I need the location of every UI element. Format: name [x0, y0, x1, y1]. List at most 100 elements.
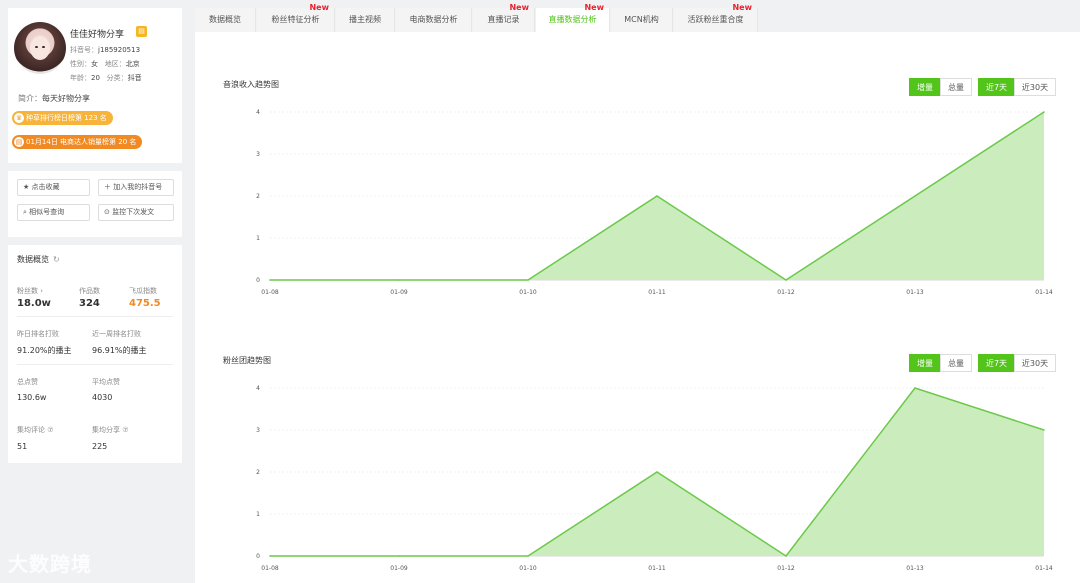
rank-badge-grass[interactable]: ♛ 种草排行榜日榜第 123 名 — [12, 111, 113, 125]
x-tick-label: 01-09 — [390, 289, 408, 296]
yesterday-rank-value: 91.20%的播主 — [17, 346, 72, 355]
tab-live-records[interactable]: 直播记录 New — [473, 3, 535, 32]
rank-badge-ecommerce[interactable]: ▤ 01月14日 电商达人销量榜第 20 名 — [12, 135, 143, 149]
avatar[interactable] — [14, 22, 66, 74]
new-badge: New — [309, 3, 329, 12]
works-value: 324 — [79, 298, 100, 309]
rank-badge-text: 种草排行榜日榜第 123 名 — [26, 114, 107, 122]
overview-title: 数据概览 ↻ — [17, 254, 60, 265]
gender-region-row: 性别：女 地区：北京 — [70, 59, 140, 69]
y-tick-label: 4 — [256, 109, 260, 116]
tab-label: 活跃粉丝重合度 — [687, 15, 744, 24]
bio-row: 简介：每天好物分享 — [18, 93, 90, 104]
data-point — [656, 195, 658, 197]
data-point — [269, 555, 271, 557]
new-badge: New — [732, 3, 752, 12]
gender-value: 女 — [91, 60, 98, 68]
increment-toggle[interactable]: 增量 — [909, 354, 941, 372]
chart-title: 粉丝团趋势图 — [223, 356, 271, 365]
works-label: 作品数 — [79, 287, 100, 295]
overview-card: 数据概览 ↻ 粉丝数 › 18.0w 作品数 324 飞瓜指数 475.5 昨日排… — [8, 245, 182, 463]
fans-label[interactable]: 粉丝数 › — [17, 286, 43, 296]
gender-label: 性别： — [70, 60, 91, 68]
data-point — [527, 279, 529, 281]
tab-videos[interactable]: 播主视频 — [336, 8, 395, 32]
total-toggle[interactable]: 总量 — [940, 354, 972, 372]
x-tick-label: 01-12 — [777, 289, 795, 296]
watermark-logo: 大数跨境 — [8, 552, 92, 576]
tab-ecommerce[interactable]: 电商数据分析 — [396, 8, 472, 32]
tab-live-analysis[interactable]: 直播数据分析 New — [536, 3, 610, 32]
x-tick-label: 01-10 — [519, 289, 537, 296]
divider — [17, 316, 173, 317]
new-badge: New — [584, 3, 604, 12]
tab-label: MCN机构 — [624, 15, 659, 24]
week-rank-label: 近一周排名打败 — [92, 330, 141, 338]
monitor-button[interactable]: ⊙ 监控下次发文 — [98, 204, 174, 221]
total-likes-label: 总点赞 — [17, 378, 38, 386]
y-tick-label: 0 — [256, 553, 260, 560]
data-point — [1043, 429, 1045, 431]
calendar-icon: ▤ — [14, 137, 24, 147]
x-tick-label: 01-14 — [1035, 565, 1053, 572]
tab-label: 播主视频 — [349, 15, 381, 24]
x-tick-label: 01-13 — [906, 565, 924, 572]
tab-overview[interactable]: 数据概览 — [195, 8, 256, 32]
total-toggle[interactable]: 总量 — [940, 78, 972, 96]
increment-toggle[interactable]: 增量 — [909, 78, 941, 96]
data-point — [785, 279, 787, 281]
nickname: 佳佳好物分享 — [70, 30, 125, 40]
total-likes-value: 130.6w — [17, 393, 47, 402]
rank-badge-text: 01月14日 电商达人销量榜第 20 名 — [26, 138, 137, 146]
last30-toggle[interactable]: 近30天 — [1014, 354, 1056, 372]
refresh-icon[interactable]: ↻ — [53, 255, 60, 264]
avg-comments-label: 集均评论 ⑦ — [17, 426, 54, 434]
bio-label: 简介： — [18, 94, 42, 103]
avg-likes-label: 平均点赞 — [92, 378, 120, 386]
data-point — [527, 555, 529, 557]
douyin-id: j185920513 — [98, 46, 141, 54]
crown-icon: ♛ — [14, 113, 24, 123]
tab-mcn[interactable]: MCN机构 — [611, 8, 673, 32]
age-label: 年龄： — [70, 74, 91, 82]
x-tick-label: 01-13 — [906, 289, 924, 296]
x-tick-label: 01-09 — [390, 565, 408, 572]
y-tick-label: 2 — [256, 193, 260, 200]
tab-fan-overlap[interactable]: 活跃粉丝重合度 New — [674, 3, 758, 32]
last7-toggle[interactable]: 近7天 — [978, 78, 1015, 96]
tab-label: 粉丝特征分析 — [271, 15, 320, 24]
add-account-button[interactable]: ＋ 加入我的抖音号 — [98, 179, 174, 196]
tab-label: 数据概览 — [209, 15, 241, 24]
index-label: 飞瓜指数 — [129, 287, 157, 295]
avg-shares-label: 集均分享 ⑦ — [92, 426, 129, 434]
avatar-face — [30, 36, 50, 60]
yesterday-rank-label: 昨日排名打败 — [17, 330, 59, 338]
favorite-button[interactable]: ★ 点击收藏 — [17, 179, 90, 196]
y-tick-label: 0 — [256, 277, 260, 284]
actions-card: ★ 点击收藏 ＋ 加入我的抖音号 ⌕ 相似号查询 ⊙ 监控下次发文 — [8, 171, 182, 237]
fan-club-trend-chart: 0 1 2 3 4 01-08 01-09 01-10 01-11 01-12 01-13 01-14 — [256, 385, 1053, 572]
region-value: 北京 — [125, 60, 140, 68]
income-trend-chart: 0 1 2 3 4 01-08 01-09 01-10 01-11 01-12 01-13 01-14 — [256, 109, 1053, 296]
category-value: 抖音 — [127, 74, 142, 82]
x-tick-label: 01-14 — [1035, 289, 1053, 296]
tab-fans-analysis[interactable]: 粉丝特征分析 New — [257, 3, 335, 32]
y-tick-label: 3 — [256, 427, 260, 434]
y-tick-label: 1 — [256, 511, 260, 518]
category-label: 分类： — [106, 74, 128, 82]
avg-likes-value: 4030 — [92, 393, 113, 402]
avg-comments-value: 51 — [17, 442, 28, 451]
last7-toggle[interactable]: 近7天 — [978, 354, 1015, 372]
verified-icon: ▤ — [136, 26, 147, 37]
data-point — [914, 387, 916, 389]
new-badge: New — [509, 3, 529, 12]
data-point — [269, 279, 271, 281]
data-point — [1043, 111, 1045, 113]
last30-toggle[interactable]: 近30天 — [1014, 78, 1056, 96]
week-rank-value: 96.91%的播主 — [92, 346, 147, 355]
similar-search-button[interactable]: ⌕ 相似号查询 — [17, 204, 90, 221]
x-tick-label: 01-12 — [777, 565, 795, 572]
y-tick-label: 1 — [256, 235, 260, 242]
avg-shares-value: 225 — [92, 442, 108, 451]
x-tick-label: 01-11 — [648, 289, 666, 296]
